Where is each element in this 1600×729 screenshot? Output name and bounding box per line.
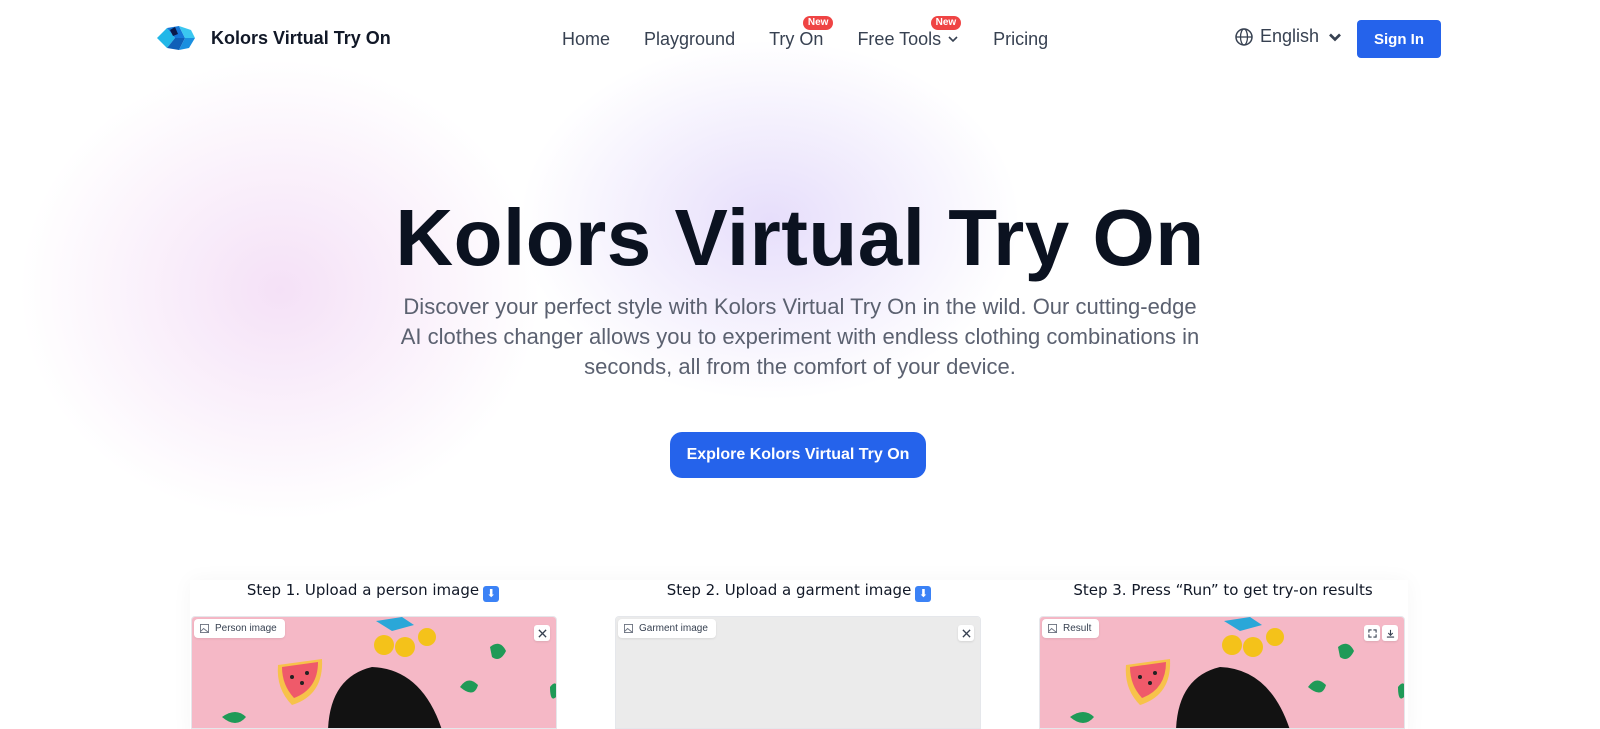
- language-label: English: [1260, 26, 1320, 46]
- nav-pricing-label: Pricing: [993, 29, 1049, 49]
- language-selector[interactable]: English: [1234, 26, 1345, 47]
- main-nav: Home Playground Try On New Free Tools Ne…: [562, 16, 1082, 52]
- chevron-down-icon: [1329, 33, 1341, 41]
- down-arrow-icon: ⬇: [483, 586, 500, 602]
- remove-image-button[interactable]: [958, 625, 974, 641]
- pink-glow: [20, 60, 540, 520]
- nav-free-tools[interactable]: Free Tools New: [857, 16, 962, 52]
- nav-free-tools-label: Free Tools: [857, 29, 942, 49]
- image-icon: [1048, 624, 1057, 633]
- site-header: Kolors Virtual Try On Home Playground Tr…: [0, 0, 1600, 78]
- remove-image-button[interactable]: [534, 625, 550, 641]
- step-1-title-text: Step 1. Upload a person image: [246, 581, 480, 599]
- hero-subtitle: Discover your perfect style with Kolors …: [400, 294, 1200, 379]
- image-icon: [200, 624, 209, 633]
- chevron-down-icon: [948, 36, 958, 43]
- explore-button[interactable]: Explore Kolors Virtual Try On: [670, 432, 926, 478]
- new-badge: New: [930, 16, 962, 30]
- nav-playground[interactable]: Playground: [644, 26, 735, 52]
- fullscreen-button[interactable]: [1364, 625, 1380, 641]
- nav-try-on[interactable]: Try On New: [769, 16, 834, 52]
- close-icon: [537, 628, 547, 638]
- down-arrow-icon: ⬇: [915, 586, 932, 602]
- brand-name: Kolors Virtual Try On: [211, 27, 391, 48]
- download-icon: [1386, 629, 1394, 638]
- nav-playground-label: Playground: [644, 29, 736, 49]
- globe-icon: [1235, 27, 1253, 46]
- card-label-text: Person image: [215, 623, 277, 634]
- close-icon: [961, 628, 971, 638]
- nav-home[interactable]: Home: [562, 26, 610, 52]
- nav-pricing[interactable]: Pricing: [993, 26, 1048, 52]
- card-label: Result: [1042, 619, 1100, 638]
- card-label: Garment image: [618, 619, 716, 638]
- person-image-card[interactable]: Person image: [191, 616, 557, 729]
- step-3-title: Step 3. Press “Run” to get try-on result…: [1040, 581, 1406, 599]
- nav-home-label: Home: [562, 29, 611, 49]
- hero-title: Kolors Virtual Try On: [395, 193, 1205, 282]
- step-2-title: Step 2. Upload a garment image ⬇: [616, 581, 982, 602]
- sign-in-button[interactable]: Sign In: [1357, 20, 1441, 58]
- brand-logo[interactable]: Kolors Virtual Try On: [155, 24, 391, 52]
- card-label-text: Result: [1063, 623, 1092, 634]
- download-button[interactable]: [1382, 625, 1398, 641]
- garment-image-card[interactable]: Garment image: [615, 616, 981, 729]
- card-label: Person image: [194, 619, 285, 638]
- new-badge: New: [802, 16, 834, 30]
- brand-logo-icon: [157, 26, 195, 50]
- step-1-title: Step 1. Upload a person image ⬇: [190, 581, 556, 602]
- step-3-title-text: Step 3. Press “Run” to get try-on result…: [1073, 581, 1373, 599]
- image-icon: [624, 624, 633, 633]
- fullscreen-icon: [1367, 628, 1377, 638]
- step-2-title-text: Step 2. Upload a garment image: [666, 581, 912, 599]
- card-label-text: Garment image: [639, 623, 708, 634]
- result-card[interactable]: Result: [1039, 616, 1405, 729]
